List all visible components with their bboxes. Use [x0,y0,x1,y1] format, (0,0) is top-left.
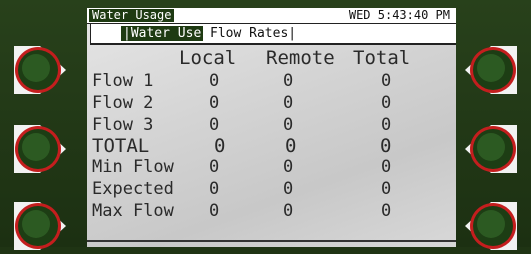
cell-expected-remote: 0 [283,179,294,199]
cell-flow-1-remote: 0 [283,71,294,91]
right-softkey-1[interactable] [463,42,519,98]
cell-min-flow-total: 0 [381,157,392,177]
column-header-remote: Remote [266,47,335,69]
cell-flow-1-local: 0 [209,71,220,91]
softkey-arrow-icon [465,202,517,250]
row-label-flow-2: Flow 2 [92,93,154,113]
cell-min-flow-local: 0 [209,157,220,177]
cell-expected-total: 0 [381,179,392,199]
right-softkey-3[interactable] [463,198,519,254]
softkey-arrow-icon [14,46,66,94]
cell-total-remote: 0 [285,135,297,157]
left-softkey-3[interactable] [10,198,66,254]
cell-min-flow-remote: 0 [283,157,294,177]
cell-flow-2-local: 0 [209,93,220,113]
cell-total-local: 0 [214,135,226,157]
row-label-flow-3: Flow 3 [92,115,154,135]
cell-flow-2-total: 0 [381,93,392,113]
cell-flow-1-total: 0 [381,71,392,91]
row-label-min-flow: Min Flow [92,157,174,177]
column-header-local: Local [179,47,237,69]
cell-total-total: 0 [380,135,392,157]
row-label-expected: Expected [92,179,174,199]
row-label-max-flow: Max Flow [92,201,174,221]
row-label-flow-1: Flow 1 [92,71,154,91]
right-softkey-2[interactable] [463,121,519,177]
cell-expected-local: 0 [209,179,220,199]
softkey-arrow-icon [14,125,66,173]
tab-water-use[interactable]: |Water Use [121,26,204,41]
cell-flow-3-remote: 0 [283,115,294,135]
bottom-divider [87,240,456,242]
cell-max-flow-remote: 0 [283,201,294,221]
tab-strip: |Water Use Flow Rates| [90,24,456,45]
cell-flow-2-remote: 0 [283,93,294,113]
softkey-arrow-icon [14,202,66,250]
left-softkey-2[interactable] [10,121,66,177]
clock-display: WED 5:43:40 PM [348,8,450,22]
softkey-arrow-icon [465,125,517,173]
header-bar: Water Usage WED 5:43:40 PM [87,8,456,24]
tab-flow-rates[interactable]: Flow Rates| [210,26,296,41]
softkey-arrow-icon [465,46,517,94]
cell-flow-3-local: 0 [209,115,220,135]
lcd-screen: Water Usage WED 5:43:40 PM |Water Use Fl… [87,8,456,247]
cell-max-flow-local: 0 [209,201,220,221]
left-softkey-1[interactable] [10,42,66,98]
cell-flow-3-total: 0 [381,115,392,135]
column-header-total: Total [353,47,411,69]
app-title: Water Usage [89,9,175,22]
row-label-total: TOTAL [92,135,150,157]
cell-max-flow-total: 0 [381,201,392,221]
